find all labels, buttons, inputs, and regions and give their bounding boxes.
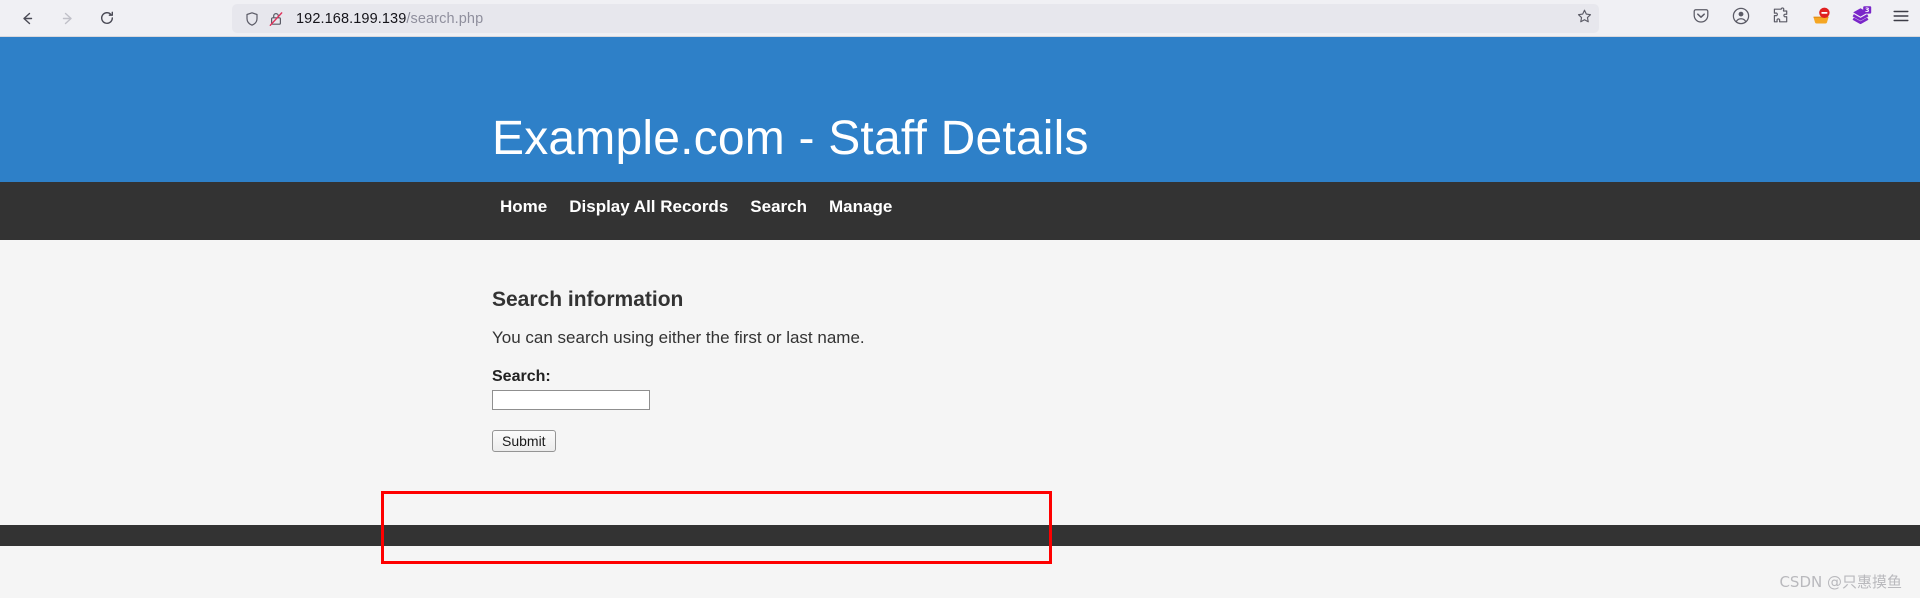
nav-item-search[interactable]: Search xyxy=(750,197,807,217)
reload-button[interactable] xyxy=(92,3,122,33)
page-title: Example.com - Staff Details xyxy=(492,112,1089,165)
submit-button[interactable]: Submit xyxy=(492,430,556,452)
watermark-text: CSDN @只惠摸鱼 xyxy=(1779,573,1902,591)
main-content: Search information You can search using … xyxy=(0,240,1920,525)
site-header-banner: Example.com - Staff Details xyxy=(0,37,1920,182)
downloads-button[interactable]: 3 xyxy=(1850,5,1872,32)
downloads-purple-icon: 3 xyxy=(1850,5,1872,32)
pocket-save-button[interactable] xyxy=(1690,8,1712,30)
forward-arrow-icon xyxy=(59,10,76,27)
adblock-button[interactable] xyxy=(1810,5,1832,32)
nav-item-display-all-records[interactable]: Display All Records xyxy=(569,197,728,217)
application-menu-button[interactable] xyxy=(1890,8,1912,30)
site-navigation-bar: Home Display All Records Search Manage xyxy=(0,182,1920,240)
back-button[interactable] xyxy=(12,3,42,33)
content-intro-text: You can search using either the first or… xyxy=(492,328,865,347)
browser-toolbar-icons: 3 xyxy=(1690,0,1912,37)
nav-list: Home Display All Records Search Manage xyxy=(500,197,892,217)
search-input[interactable] xyxy=(492,390,650,410)
bookmark-button[interactable] xyxy=(1570,4,1599,33)
forward-button[interactable] xyxy=(52,3,82,33)
tracking-protection-shield-icon[interactable] xyxy=(244,11,260,27)
browser-toolbar: 192.168.199.139/search.php 3 xyxy=(0,0,1920,37)
downloads-badge-count: 3 xyxy=(1865,6,1869,14)
insecure-connection-crossed-padlock-icon[interactable] xyxy=(268,11,284,27)
url-host: 192.168.199.139 xyxy=(296,10,407,27)
application-menu-hamburger-icon xyxy=(1891,6,1911,31)
nav-item-home[interactable]: Home xyxy=(500,197,547,217)
back-arrow-icon xyxy=(19,10,36,27)
pocket-save-icon xyxy=(1691,6,1711,31)
site-footer-bar xyxy=(0,525,1920,546)
account-button[interactable] xyxy=(1730,6,1752,31)
reload-icon xyxy=(98,9,116,27)
browser-nav-buttons xyxy=(12,3,122,33)
search-field-label: Search: xyxy=(492,368,551,385)
adblock-stop-icon xyxy=(1810,5,1832,32)
extensions-button[interactable] xyxy=(1770,6,1792,31)
url-text: 192.168.199.139/search.php xyxy=(296,11,483,27)
content-heading: Search information xyxy=(492,288,684,311)
url-path: /search.php xyxy=(406,10,484,27)
page-bottom-area xyxy=(0,546,1920,598)
address-bar[interactable]: 192.168.199.139/search.php xyxy=(232,4,1592,33)
bookmark-star-icon xyxy=(1576,8,1593,30)
account-icon xyxy=(1731,6,1751,31)
nav-item-manage[interactable]: Manage xyxy=(829,197,892,217)
extensions-puzzle-icon xyxy=(1771,6,1791,31)
